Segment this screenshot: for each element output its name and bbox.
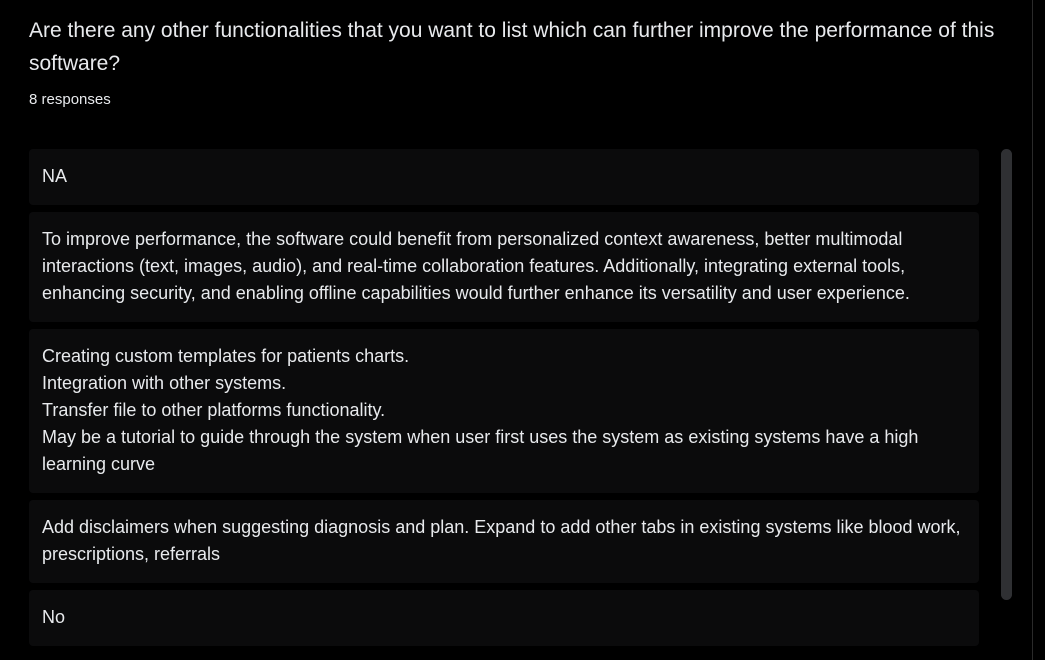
- question-card: Are there any other functionalities that…: [0, 0, 1033, 660]
- responses-list[interactable]: NA To improve performance, the software …: [29, 149, 979, 660]
- question-title: Are there any other functionalities that…: [29, 19, 995, 75]
- responses-scrollbar[interactable]: [1001, 149, 1012, 600]
- scrollbar-thumb[interactable]: [1001, 149, 1012, 600]
- response-item: Creating custom templates for patients c…: [29, 329, 979, 493]
- response-count: 8 responses: [29, 91, 111, 108]
- response-item: To improve performance, the software cou…: [29, 212, 979, 322]
- response-item: Add disclaimers when suggesting diagnosi…: [29, 500, 979, 583]
- response-item: No: [29, 590, 979, 646]
- response-item: NA: [29, 149, 979, 205]
